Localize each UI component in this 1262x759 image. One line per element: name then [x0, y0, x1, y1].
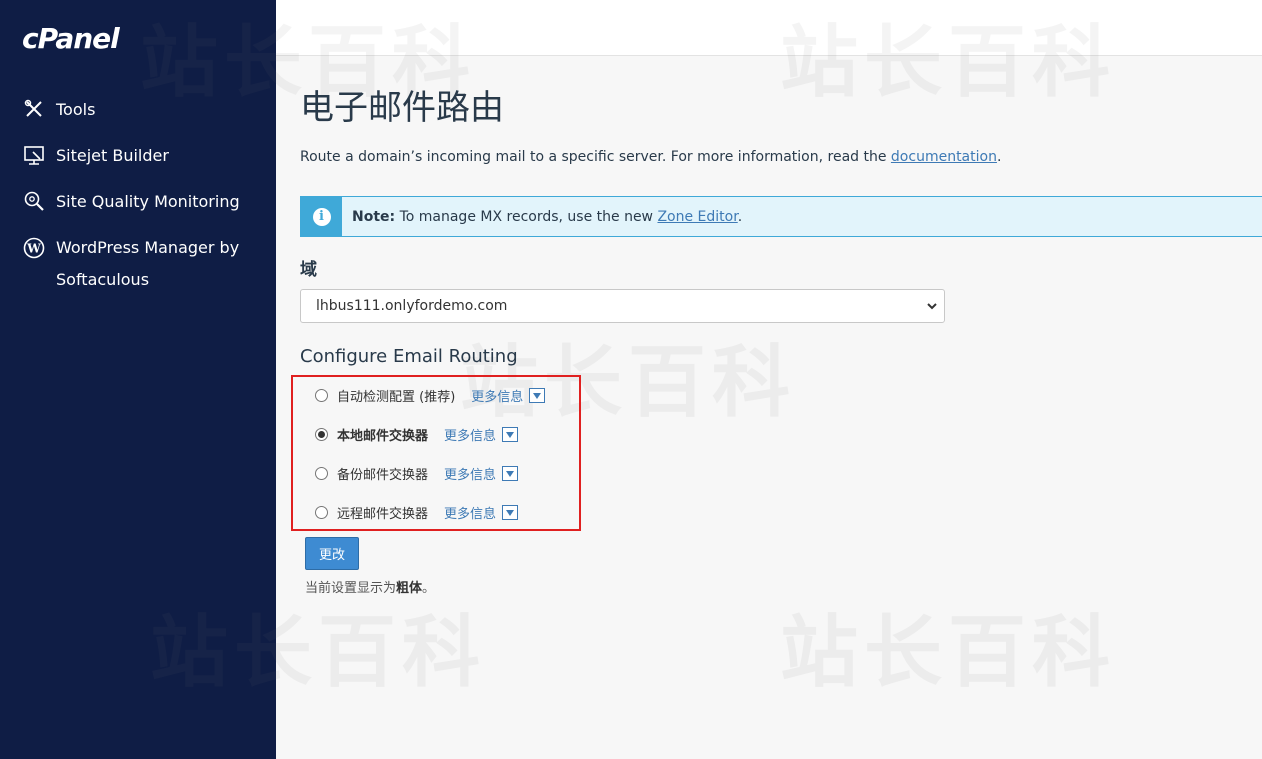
sidebar-item-label: Site Quality Monitoring: [56, 191, 240, 211]
cpanel-logo[interactable]: cPanel: [22, 22, 120, 55]
alert-message: To manage MX records, use the new: [395, 208, 658, 225]
more-info-label: 更多信息: [444, 468, 497, 483]
option-backup-mx: 备份邮件交换器 更多信息: [315, 464, 519, 483]
more-info-link[interactable]: 更多信息: [471, 386, 546, 405]
info-icon: i: [312, 207, 331, 226]
change-button[interactable]: 更改: [305, 537, 359, 570]
option-remote-mx: 远程邮件交换器 更多信息: [315, 503, 519, 522]
wordpress-icon: W: [22, 236, 46, 260]
sidebar-item-site-quality-monitoring[interactable]: Site Quality Monitoring: [0, 178, 276, 224]
top-bar: [276, 0, 1262, 56]
chevron-down-icon[interactable]: [529, 388, 546, 403]
more-info-link[interactable]: 更多信息: [444, 425, 519, 444]
sidebar-nav: Tools Sitejet Builder Site Quality Monit…: [0, 86, 276, 296]
option-auto-detect: 自动检测配置 (推荐) 更多信息: [315, 386, 546, 405]
option-label: 远程邮件交换器: [337, 507, 429, 522]
chevron-down-icon[interactable]: [502, 466, 519, 481]
more-info-label: 更多信息: [471, 390, 524, 405]
tools-icon: [22, 97, 46, 121]
more-info-link[interactable]: 更多信息: [444, 464, 519, 483]
description-text: Route a domain’s incoming mail to a spec…: [300, 149, 891, 165]
radio-backup-mx[interactable]: [315, 467, 328, 480]
description-suffix: .: [996, 149, 1002, 165]
sidebar-item-label: Sitejet Builder: [56, 145, 169, 165]
sitejet-icon: [22, 143, 46, 167]
section-title: Configure Email Routing: [300, 346, 518, 367]
chevron-down-icon[interactable]: [502, 505, 519, 520]
chevron-down-icon: [927, 303, 937, 310]
hint-bold: 粗体: [396, 581, 423, 596]
magnifier-gear-icon: [22, 189, 46, 213]
alert-icon-box: i: [301, 197, 342, 236]
main-content: 电子邮件路由 Route a domain’s incoming mail to…: [276, 56, 1262, 759]
option-local-mx: 本地邮件交换器 更多信息: [315, 425, 519, 444]
more-info-label: 更多信息: [444, 429, 497, 444]
domain-select-value: lhbus111.onlyfordemo.com: [316, 298, 508, 314]
hint-suffix: 。: [422, 581, 436, 596]
chevron-down-icon[interactable]: [502, 427, 519, 442]
radio-local-mx[interactable]: [315, 428, 328, 441]
zone-editor-link[interactable]: Zone Editor: [657, 209, 737, 225]
more-info-label: 更多信息: [444, 507, 497, 522]
sidebar-item-tools[interactable]: Tools: [0, 86, 276, 132]
sidebar-item-label: WordPress Manager by Softaculous: [56, 238, 240, 289]
svg-text:W: W: [26, 242, 41, 256]
option-label: 本地邮件交换器: [337, 429, 429, 444]
hint-text: 当前设置显示为: [305, 581, 397, 596]
option-label: 自动检测配置 (推荐): [337, 390, 456, 405]
sidebar-item-wordpress-manager[interactable]: W WordPress Manager by Softaculous: [0, 224, 276, 296]
sidebar: cPanel Tools Sitejet Builder Site Qualit…: [0, 0, 276, 759]
current-setting-hint: 当前设置显示为粗体。: [305, 577, 435, 596]
radio-auto-detect[interactable]: [315, 389, 328, 402]
domain-label: 域: [300, 260, 317, 280]
domain-select[interactable]: lhbus111.onlyfordemo.com: [300, 289, 945, 323]
alert-suffix: .: [737, 208, 743, 225]
page-title: 电子邮件路由: [300, 88, 504, 128]
info-alert: i Note: To manage MX records, use the ne…: [300, 196, 1262, 237]
option-label: 备份邮件交换器: [337, 468, 429, 483]
alert-text: Note: To manage MX records, use the new …: [342, 209, 742, 225]
sidebar-item-label: Tools: [56, 99, 96, 119]
more-info-link[interactable]: 更多信息: [444, 503, 519, 522]
documentation-link[interactable]: documentation: [891, 149, 997, 165]
page-description: Route a domain’s incoming mail to a spec…: [300, 149, 1001, 165]
alert-bold-label: Note:: [352, 208, 396, 225]
radio-remote-mx[interactable]: [315, 506, 328, 519]
sidebar-item-sitejet-builder[interactable]: Sitejet Builder: [0, 132, 276, 178]
